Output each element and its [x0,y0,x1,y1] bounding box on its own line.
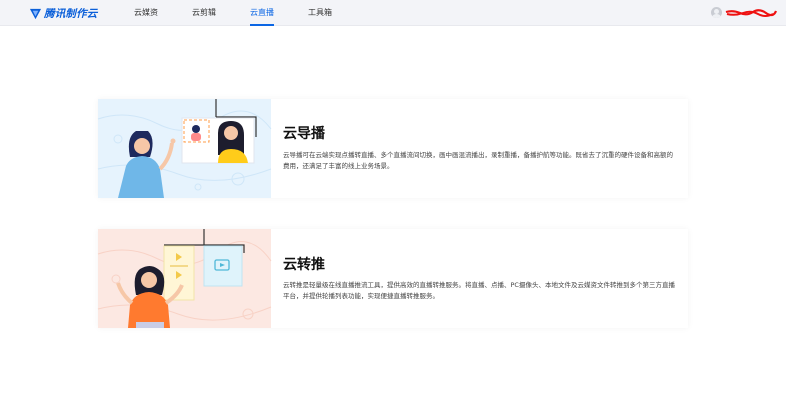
redacted-username [725,8,777,17]
brand-logo[interactable]: 腾讯制作云 [29,6,98,20]
user-menu[interactable] [711,7,777,18]
brand-name: 腾讯制作云 [44,7,98,20]
cloud-restream-illustration [97,229,272,328]
card-title: 云转推 [283,257,325,273]
cloud-director-illustration [97,99,272,198]
card-title: 云导播 [283,126,325,142]
nav-item-cloud-live[interactable]: 云直播 [250,0,274,26]
nav-item-toolbox[interactable]: 工具箱 [308,0,332,26]
top-nav-bar: 腾讯制作云 云媒资 云剪辑 云直播 工具箱 [0,0,786,26]
nav-item-cloud-editing[interactable]: 云剪辑 [192,0,216,26]
service-card-cloud-director[interactable]: 云导播 云导播可在云端实现点播转直播、多个直播流间切换，画中画混流播出，录制重播… [97,99,688,198]
avatar[interactable] [711,7,722,18]
card-description: 云导播可在云端实现点播转直播、多个直播流间切换，画中画混流播出，录制重播，备播护… [283,151,673,170]
main-nav: 云媒资 云剪辑 云直播 工具箱 [134,0,366,26]
nav-item-media-assets[interactable]: 云媒资 [134,0,158,26]
card-description: 云转推是轻量级在线直播推流工具，提供高效的直播转推服务。将直播、点播、PC摄像头… [283,281,675,300]
service-card-cloud-restream[interactable]: 云转推 云转推是轻量级在线直播推流工具，提供高效的直播转推服务。将直播、点播、P… [97,229,688,328]
logo-icon [29,8,42,19]
